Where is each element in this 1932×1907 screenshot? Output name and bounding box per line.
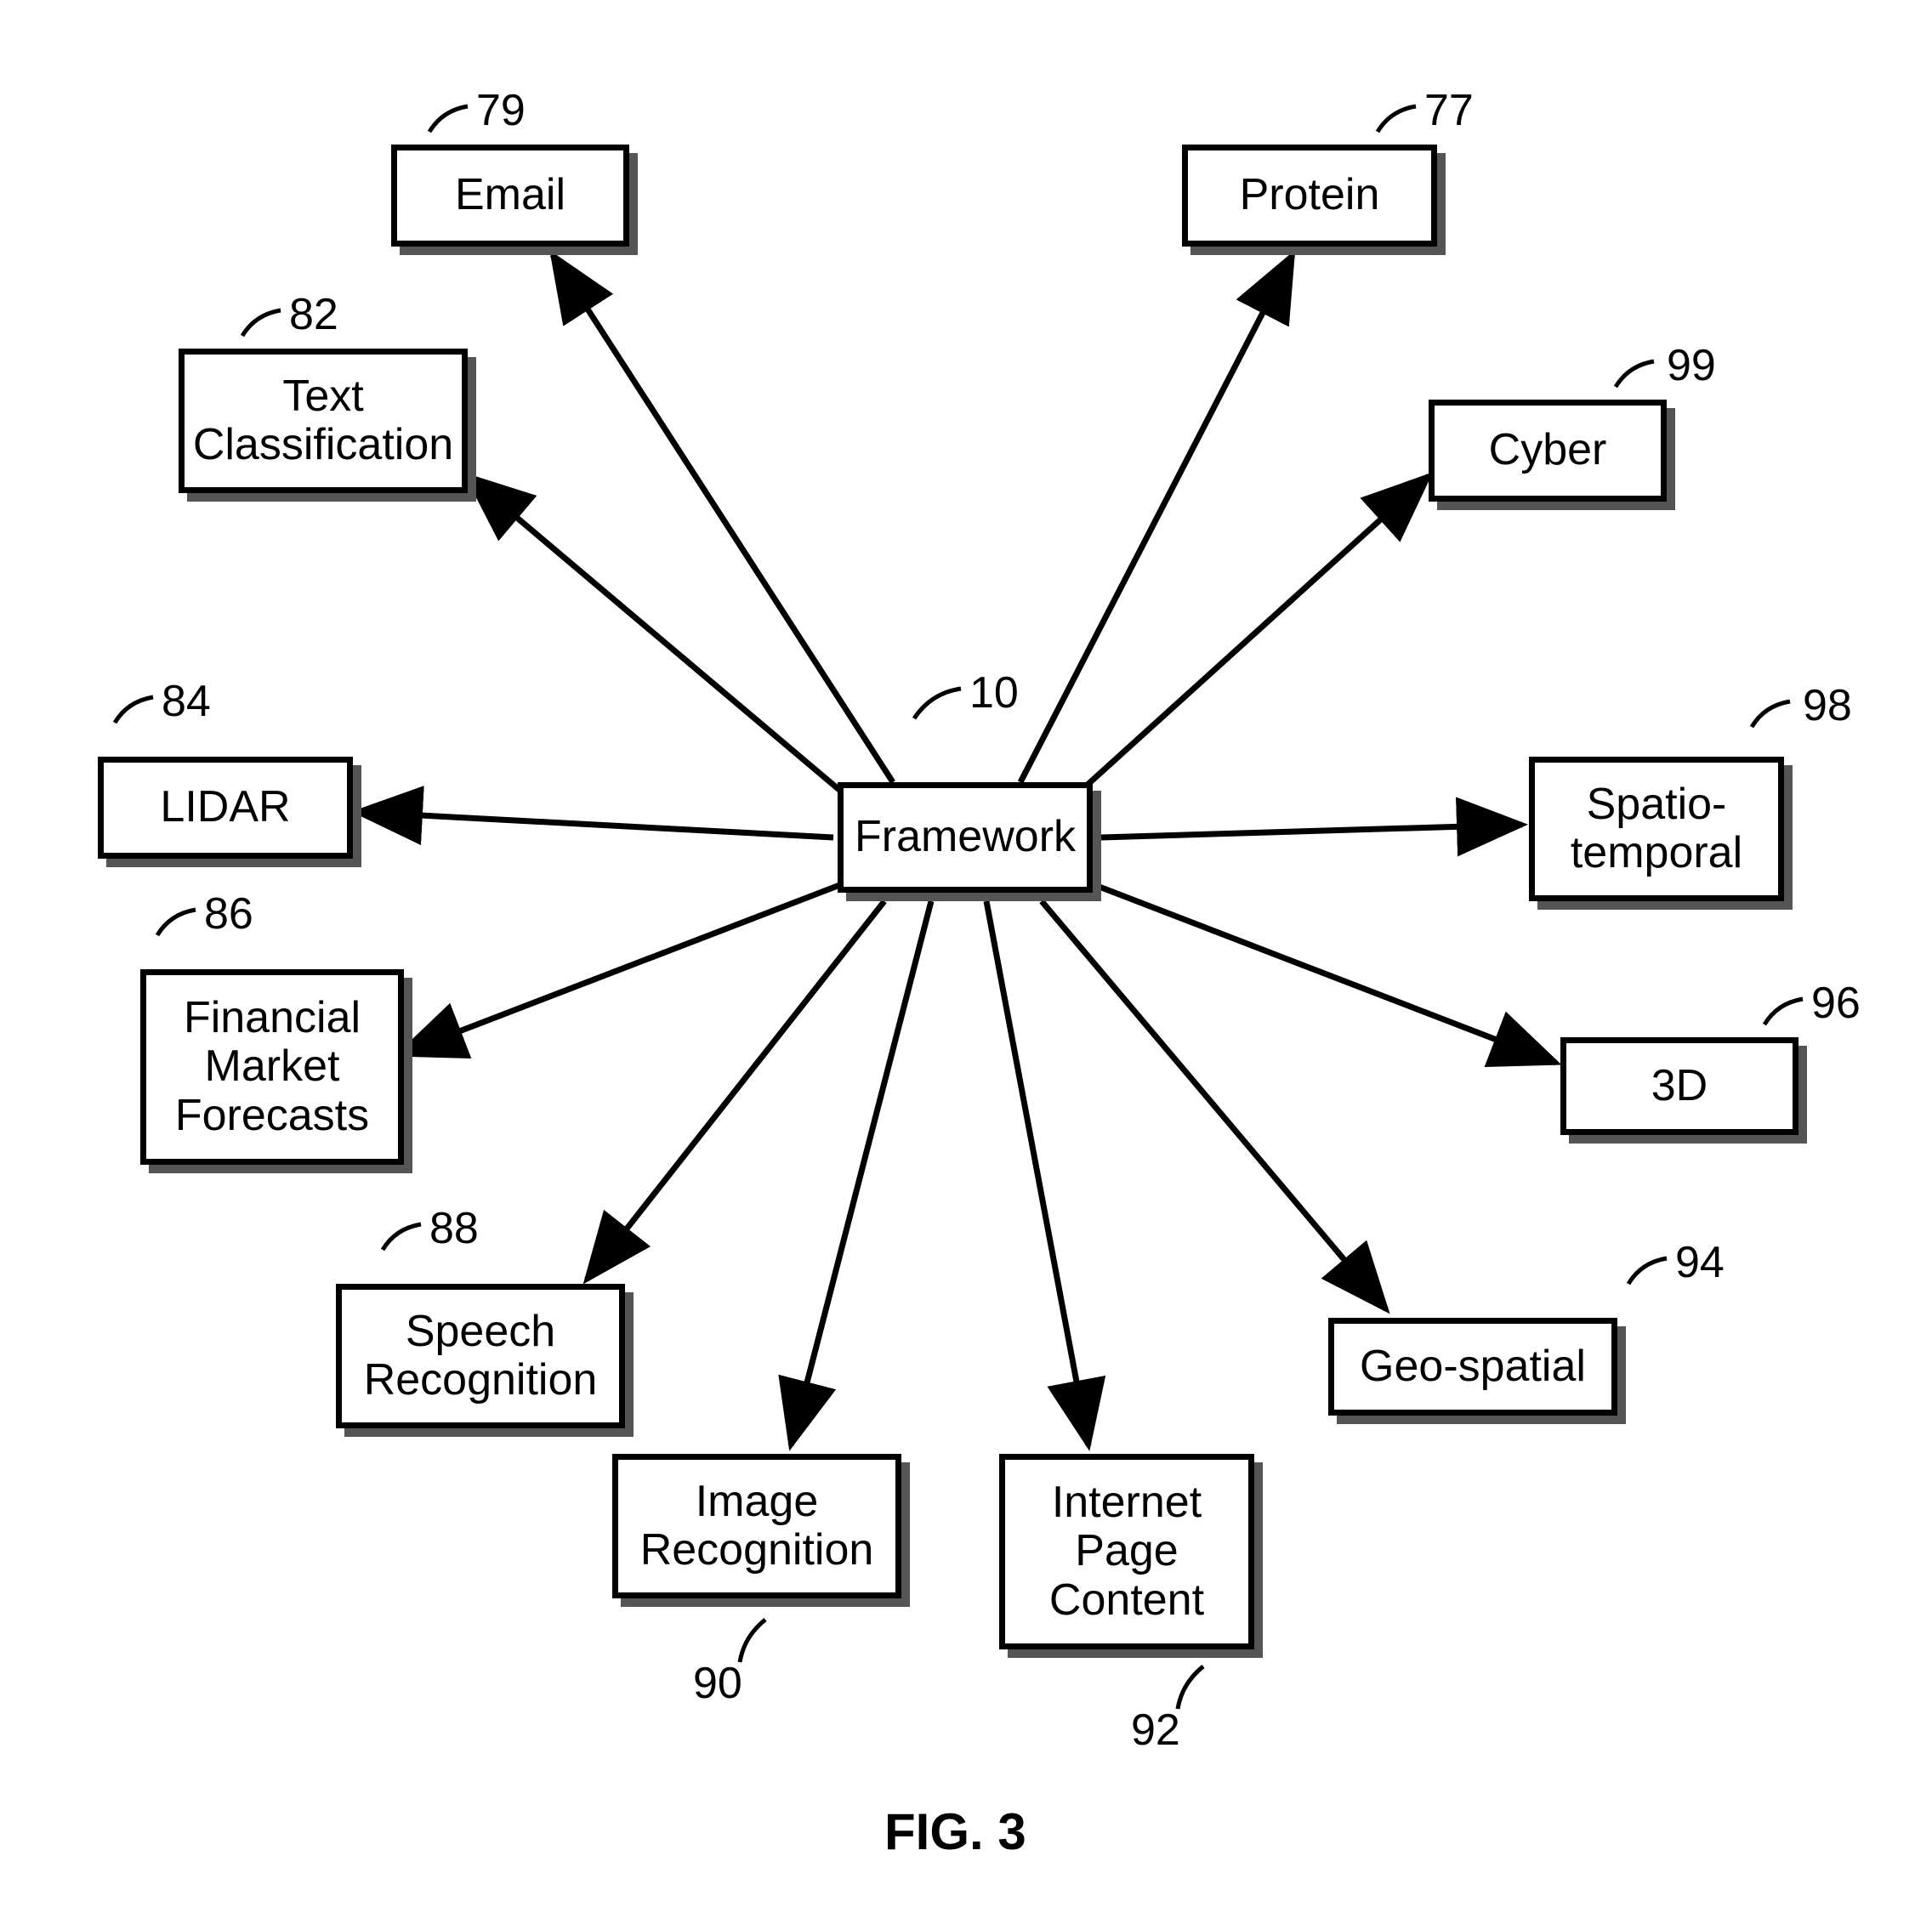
- ref-99: 99: [1667, 340, 1716, 391]
- arrow-to-cyber: [1071, 476, 1429, 799]
- node-internet: InternetPageContent: [999, 1454, 1254, 1649]
- node-lidar-label: LIDAR: [160, 783, 290, 831]
- ref-10: 10: [969, 667, 1019, 718]
- ref-98: 98: [1803, 680, 1852, 731]
- node-protein: Protein: [1182, 145, 1437, 247]
- node-lidar: LIDAR: [98, 757, 353, 859]
- arrow-to-speech: [587, 901, 884, 1280]
- arrow-to-internet: [986, 901, 1088, 1445]
- node-framework-label: Framework: [855, 813, 1076, 861]
- node-cyber-label: Cyber: [1489, 426, 1607, 474]
- arrow-to-text-classification: [468, 476, 850, 799]
- node-geo-spatial-label: Geo-spatial: [1360, 1342, 1586, 1391]
- leader-94: [1628, 1258, 1667, 1284]
- node-email-label: Email: [455, 171, 565, 219]
- ref-96: 96: [1811, 978, 1861, 1029]
- ref-77: 77: [1424, 85, 1474, 136]
- arrows-layer: [0, 0, 1932, 1907]
- arrow-to-3d: [1093, 884, 1556, 1063]
- arrow-to-lidar: [357, 812, 833, 837]
- node-financial: FinancialMarketForecasts: [140, 969, 404, 1165]
- node-spatio-temporal: Spatio-temporal: [1529, 757, 1784, 901]
- node-spatio-temporal-label: Spatio-temporal: [1571, 780, 1742, 877]
- arrow-to-protein: [1020, 255, 1293, 782]
- figure-caption: FIG. 3: [884, 1802, 1026, 1861]
- node-3d-label: 3D: [1651, 1062, 1708, 1110]
- node-image: ImageRecognition: [612, 1454, 901, 1598]
- node-image-label: ImageRecognition: [640, 1478, 874, 1575]
- leader-88: [383, 1224, 421, 1250]
- ref-82: 82: [289, 289, 338, 340]
- leader-86: [157, 910, 196, 935]
- leader-79: [429, 106, 468, 132]
- node-cyber: Cyber: [1429, 400, 1667, 502]
- node-speech-label: SpeechRecognition: [364, 1308, 598, 1405]
- arrow-to-spatio-temporal: [1101, 825, 1522, 837]
- arrow-to-image: [791, 901, 931, 1445]
- node-framework: Framework: [838, 782, 1093, 893]
- arrow-to-financial: [400, 884, 842, 1054]
- ref-86: 86: [204, 888, 253, 939]
- ref-88: 88: [429, 1203, 479, 1254]
- node-protein-label: Protein: [1240, 171, 1380, 219]
- leader-90: [740, 1620, 765, 1662]
- arrow-to-geo-spatial: [1042, 901, 1386, 1309]
- node-geo-spatial: Geo-spatial: [1328, 1318, 1617, 1416]
- leader-98: [1752, 701, 1790, 727]
- leader-10: [914, 689, 961, 718]
- node-3d: 3D: [1560, 1037, 1798, 1135]
- leader-77: [1378, 106, 1416, 132]
- diagram-canvas: Framework 10 Email 79 Protein 77 TextCla…: [0, 0, 1932, 1907]
- node-internet-label: InternetPageContent: [1049, 1478, 1204, 1625]
- ref-92: 92: [1131, 1705, 1180, 1756]
- arrow-to-email: [553, 255, 893, 782]
- node-email: Email: [391, 145, 629, 247]
- leader-82: [242, 310, 281, 336]
- ref-94: 94: [1675, 1237, 1725, 1288]
- ref-79: 79: [476, 85, 526, 136]
- node-text-classification-label: TextClassification: [193, 372, 453, 469]
- node-speech: SpeechRecognition: [336, 1284, 625, 1428]
- ref-84: 84: [162, 676, 211, 727]
- ref-90: 90: [693, 1658, 742, 1709]
- node-financial-label: FinancialMarketForecasts: [175, 994, 369, 1140]
- leader-96: [1764, 999, 1803, 1024]
- leader-92: [1178, 1666, 1203, 1709]
- node-text-classification: TextClassification: [179, 349, 468, 493]
- leader-99: [1616, 361, 1654, 387]
- leader-84: [115, 697, 153, 723]
